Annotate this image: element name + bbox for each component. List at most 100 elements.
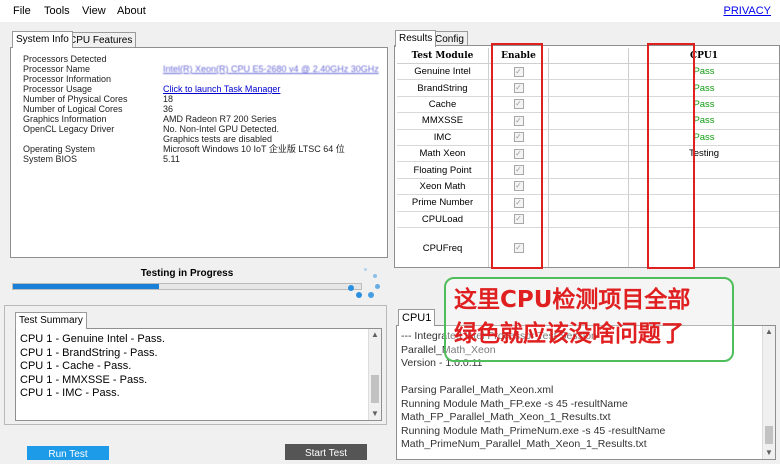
table-row: CPULoad ✓: [397, 211, 779, 228]
table-row: Floating Point ✓: [397, 162, 779, 179]
tab-results[interactable]: Results: [395, 30, 437, 47]
table-row: BrandString ✓ Pass: [397, 80, 779, 97]
test-module-cell: Floating Point: [397, 162, 489, 178]
annotation-line-1: 这里CPU检测项目全部: [454, 287, 691, 313]
system-info-label: Processor Name: [23, 64, 91, 74]
summary-line: CPU 1 - Cache - Pass.: [20, 360, 132, 372]
table-row: Cache ✓ Pass: [397, 96, 779, 114]
progress-label: Testing in Progress: [140, 268, 234, 279]
system-info-label: Number of Logical Cores: [23, 104, 123, 114]
blank-cell: [549, 195, 629, 211]
blank-cell: [549, 146, 629, 162]
log-line: Math_PrimeNum_Parallel_Math_Xeon_1_Resul…: [401, 438, 647, 450]
system-info-content: Processors Detected Processor Name Intel(R…: [10, 47, 388, 258]
scroll-thumb[interactable]: [765, 426, 773, 444]
system-info-label: Processor Usage: [23, 84, 93, 94]
summary-line: CPU 1 - MMXSSE - Pass.: [20, 373, 148, 386]
test-module-cell: Math Xeon: [397, 146, 489, 162]
system-info-label: OpenCL Legacy Driver: [23, 124, 115, 134]
blank-cell: [549, 162, 629, 178]
tab-cpu1[interactable]: CPU1: [398, 309, 436, 326]
system-info-value: Microsoft Windows 10 IoT 企业版 LTSC 64 位: [163, 144, 345, 154]
table-row: MMXSSE ✓ Pass: [397, 113, 779, 130]
system-info-list: Processors Detected Processor Name Intel(R…: [23, 54, 385, 194]
blank-cell: [549, 64, 629, 80]
menu-file[interactable]: File: [13, 5, 31, 17]
loading-spinner-icon: [342, 266, 382, 302]
highlight-enable-column: [491, 43, 543, 269]
task-manager-link[interactable]: Click to launch Task Manager: [163, 84, 280, 94]
results-grid: Test Module Enable CPU1 Genuine Intel ✓ Pa…: [394, 45, 780, 268]
log-line: Parsing Parallel_Math_Xeon.xml: [401, 384, 554, 396]
system-info-label: Processor Information: [23, 74, 112, 84]
system-info-label: Processors Detected: [23, 54, 107, 64]
start-test-button[interactable]: Start Test: [285, 444, 367, 460]
results-table: Test Module Enable CPU1 Genuine Intel ✓ Pa…: [397, 48, 779, 267]
scroll-thumb[interactable]: [371, 375, 379, 403]
table-row: Prime Number ✓: [397, 195, 779, 212]
scroll-up-icon[interactable]: ▲: [369, 329, 381, 341]
system-info-value: AMD Radeon R7 200 Series: [163, 114, 277, 124]
privacy-link[interactable]: PRIVACY: [724, 5, 771, 17]
blank-cell: [549, 178, 629, 195]
system-info-label: Number of Physical Cores: [23, 94, 128, 104]
header-test-module: Test Module: [397, 48, 489, 64]
summary-line: CPU 1 - BrandString - Pass.: [20, 346, 158, 359]
log-line: Math_FP_Parallel_Math_Xeon_1_Results.txt: [401, 411, 611, 423]
results-panel: Results Config Test Module Enable CPU1 G…: [394, 30, 780, 269]
annotation-line-2: 绿色就应该没啥问题了: [454, 321, 684, 347]
log-line: Running Module Math_PrimeNum.exe -s 45 -…: [401, 424, 666, 437]
system-info-value: Graphics tests are disabled: [163, 134, 273, 144]
summary-line: CPU 1 - IMC - Pass.: [20, 387, 120, 399]
blank-cell: [549, 211, 629, 227]
progress-bar: [12, 283, 362, 290]
annotation-box: 这里CPU检测项目全部 绿色就应该没啥问题了: [444, 277, 734, 362]
system-info-panel: System Info CPU Features Processors Dete…: [8, 30, 388, 258]
scroll-down-icon[interactable]: ▼: [763, 447, 775, 459]
test-summary-box: CPU 1 - Genuine Intel - Pass. CPU 1 - Bra…: [15, 328, 382, 421]
system-info-value: 5.11: [163, 154, 180, 164]
scroll-up-icon[interactable]: ▲: [763, 326, 775, 338]
processor-name-value: Intel(R) Xeon(R) CPU E5-2680 v4 @ 2.40GH…: [163, 64, 379, 74]
test-module-cell: BrandString: [397, 80, 489, 96]
blank-cell: [549, 228, 629, 267]
scroll-down-icon[interactable]: ▼: [369, 408, 381, 420]
test-module-cell: Cache: [397, 96, 489, 113]
table-row: Xeon Math ✓: [397, 178, 779, 196]
test-module-cell: IMC: [397, 129, 489, 145]
table-row: Genuine Intel ✓ Pass: [397, 64, 779, 81]
test-module-cell: MMXSSE: [397, 113, 489, 129]
tab-test-summary[interactable]: Test Summary: [15, 312, 87, 329]
system-info-label: System BIOS: [23, 154, 78, 164]
system-info-value: No. Non-Intel GPU Detected.: [163, 124, 280, 134]
test-module-cell: CPUFreq: [397, 228, 489, 267]
blank-cell: [549, 129, 629, 145]
run-test-button[interactable]: Run Test: [27, 446, 109, 460]
test-module-cell: Prime Number: [397, 195, 489, 211]
tab-cpu-features[interactable]: CPU Features: [65, 32, 137, 48]
table-row: CPUFreq ✓: [397, 228, 779, 267]
log-line: Running Module Math_FP.exe -s 45 -result…: [401, 397, 628, 410]
system-info-label: Graphics Information: [23, 114, 107, 124]
blank-cell: [549, 113, 629, 129]
progress-fill: [13, 284, 160, 289]
log-scrollbar[interactable]: ▲ ▼: [762, 326, 775, 459]
header-blank: [549, 48, 629, 64]
tab-system-info[interactable]: System Info: [12, 31, 73, 48]
summary-scrollbar[interactable]: ▲ ▼: [368, 329, 381, 420]
system-info-value: 36: [163, 104, 174, 114]
table-row: IMC ✓ Pass: [397, 129, 779, 146]
blank-cell: [549, 96, 629, 113]
menu-view[interactable]: View: [82, 5, 106, 17]
table-row: Math Xeon ✓ Testing: [397, 146, 779, 163]
test-module-cell: CPULoad: [397, 211, 489, 227]
summary-line: CPU 1 - Genuine Intel - Pass.: [20, 333, 165, 345]
menu-about[interactable]: About: [117, 5, 146, 17]
system-info-value: 18: [163, 94, 174, 104]
menu-bar: File Tools View About PRIVACY: [0, 0, 780, 22]
blank-cell: [549, 80, 629, 96]
system-info-label: Operating System: [23, 144, 96, 154]
test-module-cell: Genuine Intel: [397, 64, 489, 80]
menu-tools[interactable]: Tools: [44, 5, 70, 17]
